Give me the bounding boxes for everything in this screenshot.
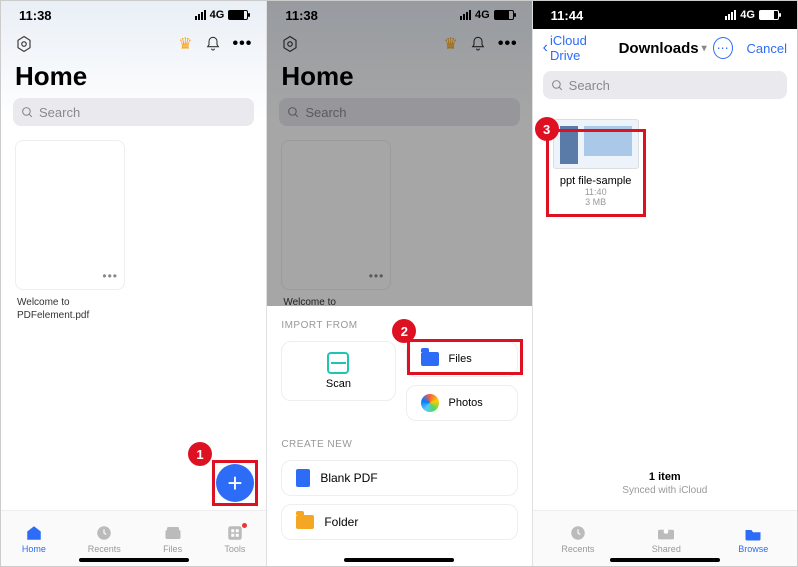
status-time: 11:38 xyxy=(19,8,52,23)
tab-recents[interactable]: Recents xyxy=(88,524,121,554)
import-scan[interactable]: Scan xyxy=(281,341,395,401)
step-badge-1: 1 xyxy=(188,442,212,466)
page-title: Home xyxy=(1,59,266,98)
tools-icon xyxy=(225,524,245,542)
signal-icon xyxy=(725,10,736,20)
status-right: 4G xyxy=(195,9,249,21)
screen-import-sheet: 11:38 4G ♛ ••• Home Search ••• Welcome t… xyxy=(266,1,531,566)
chevron-down-icon: ▾ xyxy=(702,43,707,54)
browse-icon xyxy=(743,524,763,542)
step-badge-3: 3 xyxy=(535,117,559,141)
chevron-left-icon: ‹ xyxy=(543,39,548,57)
top-actions: ♛ ••• xyxy=(1,29,266,59)
screen-file-picker: 11:44 4G ‹ iCloud Drive Downloads ▾ ⋯ Ca… xyxy=(532,1,797,566)
search-icon xyxy=(21,106,34,119)
battery-icon xyxy=(759,10,779,20)
document-icon xyxy=(296,469,310,487)
search-input[interactable]: Search xyxy=(543,71,787,99)
shared-icon xyxy=(656,524,676,542)
card-more-icon[interactable]: ••• xyxy=(102,269,118,283)
home-indicator xyxy=(344,558,454,562)
network-label: 4G xyxy=(740,9,755,21)
tab-home[interactable]: Home xyxy=(22,524,46,554)
network-label: 4G xyxy=(210,9,225,21)
clock-icon xyxy=(94,524,114,542)
sync-label: Synced with iCloud xyxy=(533,485,797,496)
tab-recents[interactable]: Recents xyxy=(561,524,594,554)
tab-browse[interactable]: Browse xyxy=(738,524,768,554)
more-menu-button[interactable]: ⋯ xyxy=(713,37,733,59)
file-name: Welcome to PDFelement.pdf xyxy=(1,290,111,322)
step-highlight-3 xyxy=(546,129,646,217)
photos-icon xyxy=(421,394,439,412)
step-highlight-1 xyxy=(212,460,258,506)
item-count: 1 item xyxy=(533,471,797,483)
search-placeholder: Search xyxy=(569,78,610,93)
clock-icon xyxy=(568,524,588,542)
file-card[interactable]: ••• xyxy=(15,140,125,290)
location-title[interactable]: Downloads ▾ xyxy=(619,40,707,57)
home-indicator xyxy=(610,558,720,562)
tab-tools[interactable]: Tools xyxy=(224,524,245,554)
home-indicator xyxy=(79,558,189,562)
tab-shared[interactable]: Shared xyxy=(652,524,681,554)
battery-icon xyxy=(228,10,248,20)
signal-icon xyxy=(195,10,206,20)
more-icon[interactable]: ••• xyxy=(233,35,253,53)
tab-files[interactable]: Files xyxy=(163,524,183,554)
status-bar: 11:38 4G xyxy=(1,1,266,29)
create-blank-pdf[interactable]: Blank PDF xyxy=(281,460,517,496)
step-highlight-2 xyxy=(407,339,523,375)
home-icon xyxy=(24,524,44,542)
create-folder[interactable]: Folder xyxy=(281,504,517,540)
sync-status: 1 item Synced with iCloud xyxy=(533,471,797,496)
screen-home: 11:38 4G ♛ ••• Home Search ••• Welcome t… xyxy=(1,1,266,566)
search-input[interactable]: Search xyxy=(13,98,254,126)
cancel-button[interactable]: Cancel xyxy=(747,41,787,56)
scan-icon xyxy=(327,352,349,374)
modal-overlay[interactable] xyxy=(267,1,531,306)
status-time: 11:44 xyxy=(551,8,584,23)
section-create-label: CREATE NEW xyxy=(281,439,517,450)
files-icon xyxy=(163,524,183,542)
folder-icon xyxy=(296,515,314,529)
nav-bar: ‹ iCloud Drive Downloads ▾ ⋯ Cancel xyxy=(533,29,797,67)
status-bar: 11:44 4G xyxy=(533,1,797,29)
crown-icon[interactable]: ♛ xyxy=(178,34,192,54)
import-photos[interactable]: Photos xyxy=(406,385,518,421)
search-icon xyxy=(551,79,564,92)
settings-icon[interactable] xyxy=(15,35,33,53)
tab-bar: Recents Shared Browse xyxy=(533,510,797,566)
back-button[interactable]: ‹ iCloud Drive xyxy=(543,33,613,63)
status-right: 4G xyxy=(725,9,779,21)
tab-bar: Home Recents Files Tools xyxy=(1,510,266,566)
bell-icon[interactable] xyxy=(205,36,221,52)
search-placeholder: Search xyxy=(39,105,80,120)
